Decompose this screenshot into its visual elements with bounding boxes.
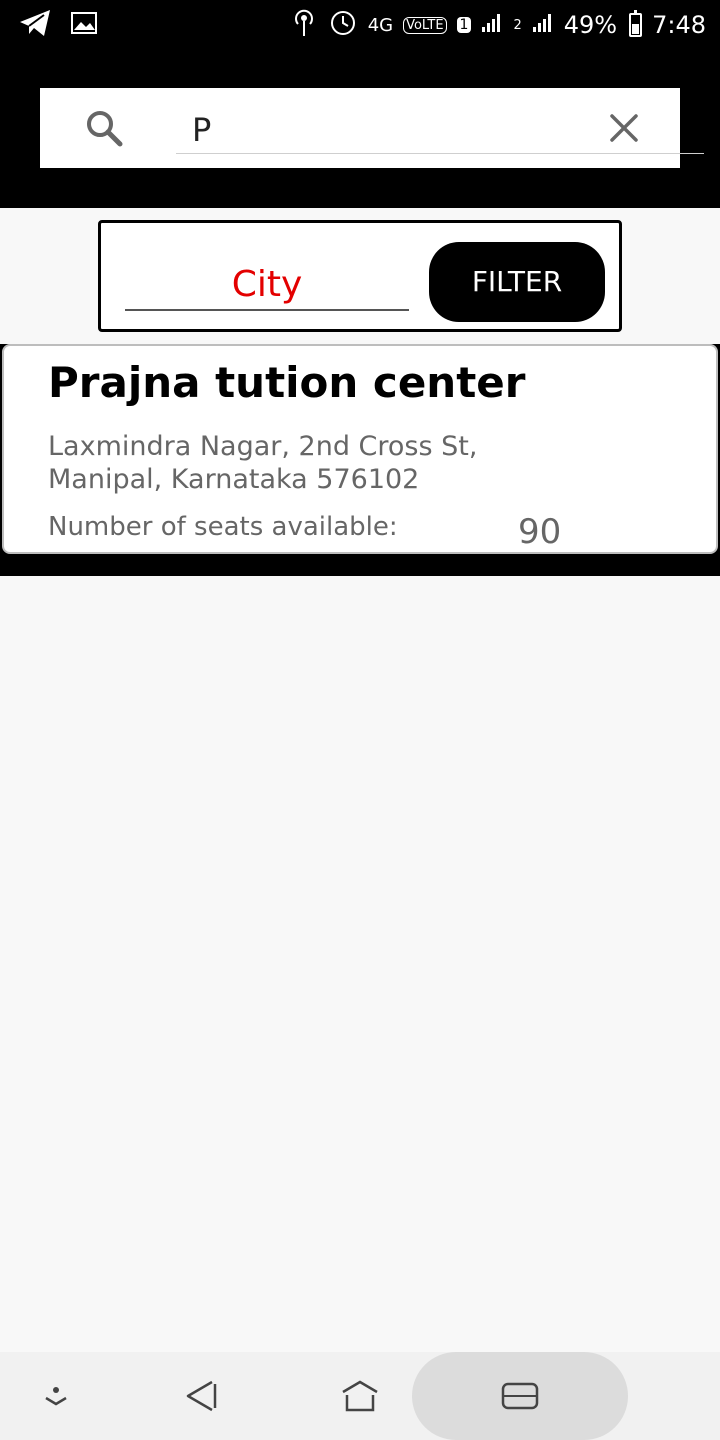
recents-icon[interactable] [500,1376,540,1416]
city-input[interactable]: City [125,259,409,311]
sim1-indicator: 1 [456,17,472,33]
seats-value: 90 [518,512,562,552]
hotspot-icon [290,6,318,44]
address-line-1: Laxmindra Nagar, 2nd Cross St, [48,431,478,462]
alarm-icon [328,7,358,43]
volte-badge: VoLTE [403,16,447,34]
list-item[interactable]: Prajna tution center Laxmindra Nagar, 2n… [2,344,718,554]
hide-icon[interactable] [36,1376,76,1416]
back-icon[interactable] [182,1376,222,1416]
clock: 7:48 [652,11,706,39]
navigation-bar [0,1352,720,1440]
sim2-indicator: 2 [513,17,522,33]
seats-label: Number of seats available: [48,512,398,542]
home-icon[interactable] [340,1376,380,1416]
search-app-bar: P [0,48,720,208]
search-box: P [40,88,704,168]
address-line-2: Manipal, Karnataka 576102 [48,464,420,495]
status-bar: 4G VoLTE 1 2 49% 7:48 [0,0,720,48]
search-icon[interactable] [84,108,124,148]
signal-icon [481,11,503,39]
signal-icon-2 [532,11,554,39]
gallery-icon [70,11,98,39]
battery-icon [629,10,643,37]
filter-button[interactable]: FILTER [429,242,605,322]
battery-percentage: 49% [563,11,618,39]
filter-panel: City FILTER [98,220,622,332]
close-icon[interactable] [606,110,642,146]
center-address: Laxmindra Nagar, 2nd Cross St, Manipal, … [48,430,528,496]
center-name: Prajna tution center [48,358,526,407]
network-type: 4G [367,14,394,36]
telegram-icon [18,8,52,42]
results-list: Prajna tution center Laxmindra Nagar, 2n… [0,344,720,576]
